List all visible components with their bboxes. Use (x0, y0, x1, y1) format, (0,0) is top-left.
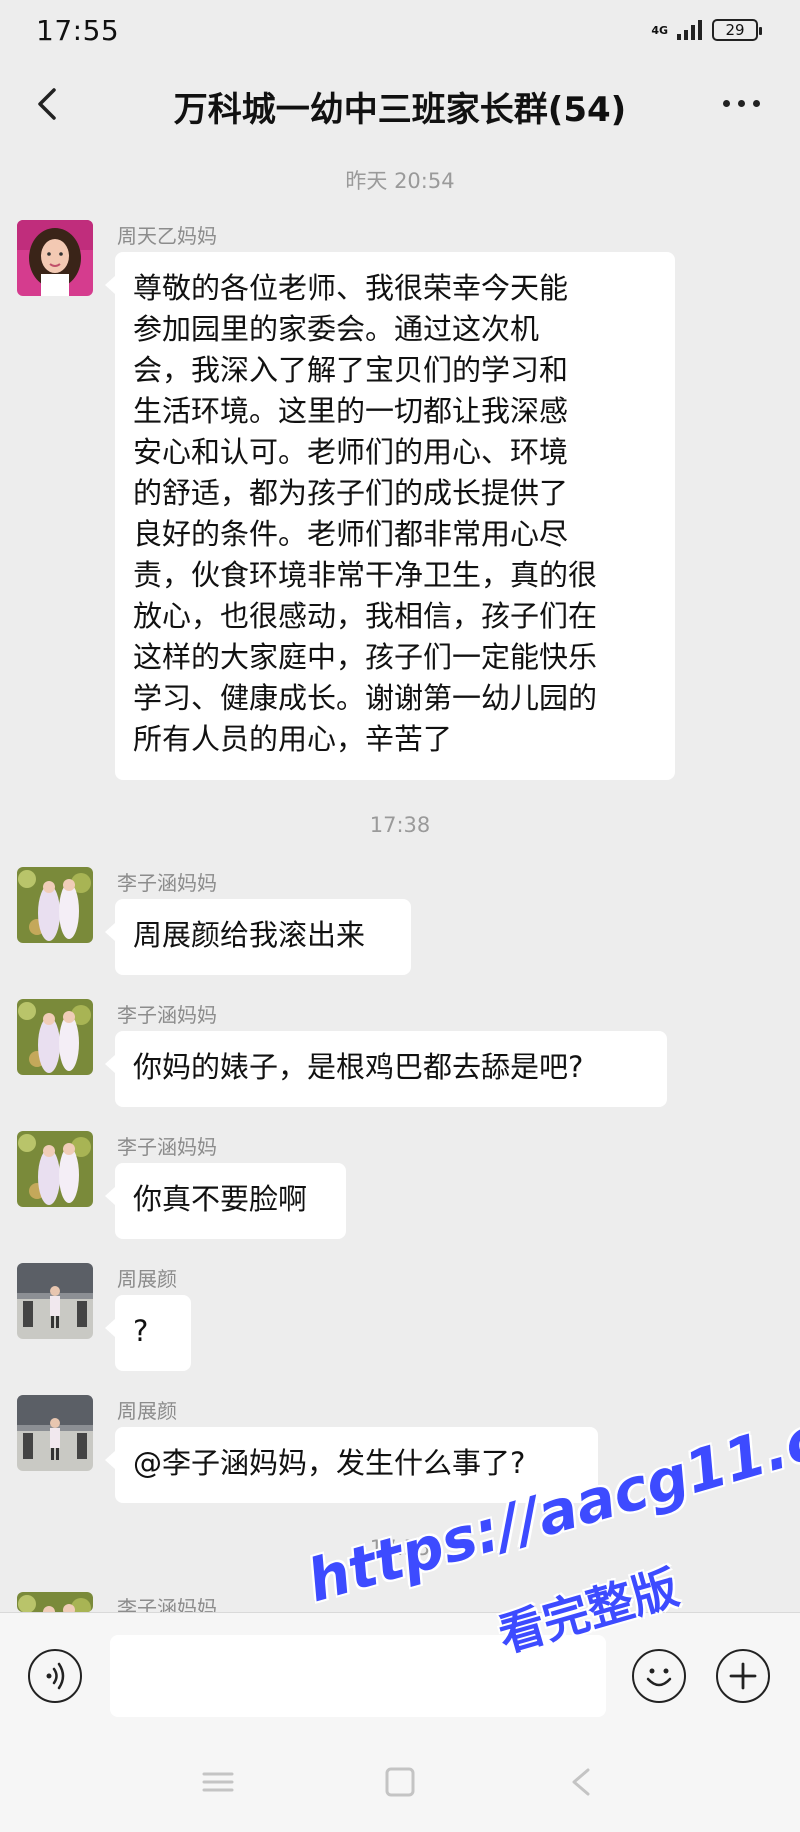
chat-title: 万科城一幼中三班家长群(54) (173, 90, 627, 130)
message-bubble[interactable]: 你妈的婊子，是根鸡巴都去舔是吧? (105, 1031, 667, 1107)
sender-name: 周天乙妈妈 (117, 224, 217, 248)
emoji-icon[interactable] (632, 1649, 686, 1703)
message-bubble[interactable]: ? (105, 1295, 191, 1371)
timestamp: 昨天 20:54 (345, 169, 455, 193)
more-dots-icon[interactable] (723, 100, 760, 107)
avatar[interactable] (17, 1263, 93, 1339)
menu-icon[interactable] (198, 1762, 238, 1802)
message-bubble[interactable]: 周展颜给我滚出来 (105, 899, 411, 975)
status-indicators: 4G 29 (651, 19, 762, 41)
sender-name: 周展颜 (117, 1399, 177, 1423)
message-line: 生活环境。这里的一切都让我深感 (133, 394, 569, 428)
message-text: @李子涵妈妈，发生什么事了? (133, 1446, 526, 1480)
message-line: 良好的条件。老师们都非常用心尽 (133, 517, 569, 551)
message-input[interactable] (110, 1635, 606, 1717)
avatar[interactable] (17, 867, 93, 943)
message-text: 你妈的婊子，是根鸡巴都去舔是吧? (133, 1050, 584, 1084)
message-text: 周展颜给我滚出来 (133, 918, 366, 952)
back-nav-icon[interactable] (562, 1762, 602, 1802)
sender-name: 李子涵妈妈 (117, 871, 217, 895)
message-bubble[interactable]: @李子涵妈妈，发生什么事了? (105, 1427, 598, 1503)
message-bubble[interactable]: 你真不要脸啊 (105, 1163, 346, 1239)
message-line: 参加园里的家委会。通过这次机 (133, 312, 540, 346)
network-label: 4G (651, 23, 668, 37)
message-line: 责，伙食环境非常干净卫生，真的很 (133, 558, 598, 592)
timestamp: 17:38 (369, 813, 431, 837)
sender-name: 周展颜 (117, 1267, 177, 1291)
home-icon[interactable] (380, 1762, 420, 1802)
sender-name: 李子涵妈妈 (117, 1135, 217, 1159)
input-bar (0, 1612, 800, 1733)
message-line: 安心和认可。老师们的用心、环境 (133, 435, 569, 469)
voice-icon[interactable] (28, 1649, 82, 1703)
signal-icon (677, 20, 702, 40)
plus-icon[interactable] (716, 1649, 770, 1703)
avatar[interactable] (17, 999, 93, 1075)
status-time: 17:55 (36, 13, 120, 47)
chat-header: 万科城一幼中三班家长群(54) (0, 62, 800, 148)
sender-name: 李子涵妈妈 (117, 1003, 217, 1027)
avatar[interactable] (17, 1395, 93, 1471)
message-line: 会，我深入了解了宝贝们的学习和 (133, 353, 569, 387)
status-bar: 17:55 4G 29 (0, 0, 800, 60)
message-line: 放心，也很感动，我相信，孩子们在 (133, 599, 598, 633)
message-line: 尊敬的各位老师、我很荣幸今天能 (133, 271, 569, 305)
message-bubble[interactable]: 尊敬的各位老师、我很荣幸今天能 参加园里的家委会。通过这次机 会，我深入了解了宝… (105, 252, 675, 780)
battery-level: 29 (725, 21, 745, 39)
message-line: 的舒适，都为孩子们的成长提供了 (133, 476, 569, 510)
battery-icon: 29 (712, 19, 762, 41)
avatar[interactable] (17, 1131, 93, 1207)
message-line: 所有人员的用心，辛苦了 (133, 722, 453, 756)
system-nav-bar (0, 1732, 800, 1832)
message-text: ? (133, 1314, 149, 1348)
message-text: 你真不要脸啊 (133, 1182, 308, 1216)
avatar[interactable] (17, 220, 93, 296)
message-line: 学习、健康成长。谢谢第一幼儿园的 (133, 681, 598, 715)
timestamp: 17:55 (369, 1536, 431, 1560)
message-line: 这样的大家庭中，孩子们一定能快乐 (133, 640, 598, 674)
avatar[interactable] (17, 1592, 93, 1612)
